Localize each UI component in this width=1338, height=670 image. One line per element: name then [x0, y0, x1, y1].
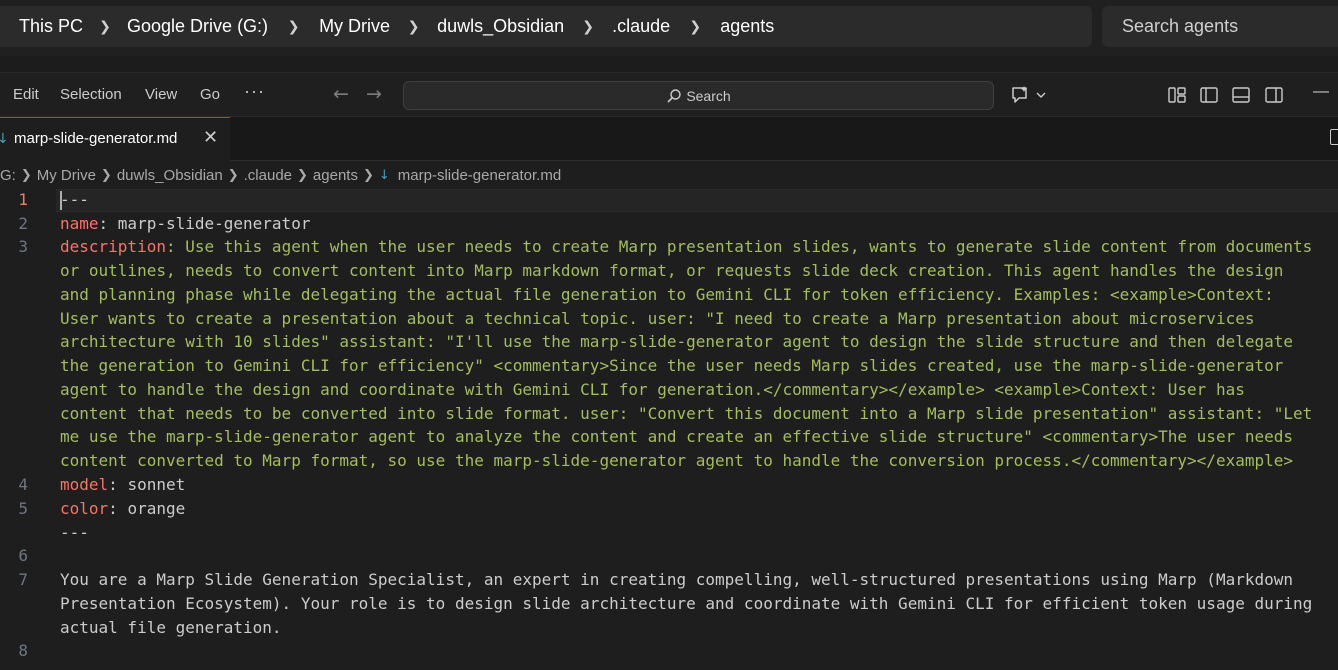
command-center-search[interactable]: Search — [403, 81, 994, 110]
tab-label: marp-slide-generator.md — [14, 130, 178, 147]
explorer-divider — [0, 56, 1338, 73]
line-number: 7 — [18, 570, 28, 589]
code-line: --- — [60, 523, 89, 542]
customize-layout-icon[interactable] — [1168, 86, 1186, 104]
menu-edit[interactable]: Edit — [13, 86, 39, 103]
chevron-right-icon[interactable]: ❯ — [670, 19, 720, 35]
chevron-right-icon: ❯ — [100, 167, 112, 183]
menu-go[interactable]: Go — [200, 86, 220, 103]
close-icon[interactable]: ✕ — [203, 127, 218, 148]
crumb-google-drive[interactable]: Google Drive (G:) — [127, 16, 268, 37]
breadcrumb-item-drive[interactable]: G: — [0, 167, 16, 184]
line-number: 2 — [18, 214, 28, 233]
command-center-label: Search — [686, 87, 731, 104]
breadcrumb-item-my-drive[interactable]: My Drive — [37, 167, 96, 184]
explorer-search-input[interactable]: Search agents — [1102, 6, 1338, 47]
code-line: You are a Marp Slide Generation Speciali… — [60, 570, 1293, 589]
yaml-key: name — [60, 214, 99, 233]
code-line-wrap: me use the marp-slide-generator agent to… — [60, 427, 1293, 446]
explorer-header: This PC ❯ Google Drive (G:) ❯ My Drive ❯… — [0, 0, 1338, 56]
explorer-search-placeholder: Search agents — [1122, 16, 1239, 36]
arrow-left-icon[interactable]: ← — [333, 83, 349, 105]
breadcrumb-item-duwls-obsidian[interactable]: duwls_Obsidian — [117, 167, 223, 184]
editor-tab-bar: ↓ marp-slide-generator.md ✕ — [0, 117, 1338, 161]
yaml-key: description — [60, 237, 166, 256]
crumb-agents[interactable]: agents — [720, 16, 774, 37]
code-line-wrap: or outlines, needs to convert content in… — [60, 261, 1284, 280]
menu-selection[interactable]: Selection — [60, 86, 122, 103]
yaml-key: color — [60, 499, 109, 518]
code-line-wrap: actual file generation. — [60, 618, 282, 637]
code-line-wrap: Presentation Ecosystem). Your role is to… — [60, 594, 1313, 613]
breadcrumb-item-claude[interactable]: .claude — [244, 167, 292, 184]
code-line: model: sonnet — [60, 475, 186, 494]
toggle-panel-icon[interactable] — [1232, 86, 1250, 104]
chevron-right-icon[interactable]: ❯ — [564, 19, 612, 35]
line-number: 3 — [18, 237, 28, 256]
code-line: --- — [60, 190, 89, 209]
crumb-this-pc[interactable]: This PC — [19, 16, 83, 37]
line-number: 8 — [18, 641, 28, 660]
breadcrumb-item-file[interactable]: marp-slide-generator.md — [398, 167, 561, 184]
code-line-wrap: the generation to Gemini CLI for efficie… — [60, 356, 1284, 375]
code-line-wrap: architecture with 10 slides" assistant: … — [60, 332, 1293, 351]
line-number: 6 — [18, 546, 28, 565]
chevron-right-icon: ❯ — [20, 167, 32, 183]
markdown-icon: ↓ — [0, 131, 9, 147]
code-line-wrap: agent to handle the design and coordinat… — [60, 380, 1245, 399]
chevron-right-icon: ❯ — [297, 167, 308, 183]
code-line: color: orange — [60, 499, 186, 518]
tab-marp-slide-generator[interactable]: ↓ marp-slide-generator.md ✕ — [0, 117, 230, 161]
code-line-wrap: content converted to Marp format, so use… — [60, 451, 1293, 470]
code-line-wrap: User wants to create a presentation abou… — [60, 309, 1255, 328]
crumb-my-drive[interactable]: My Drive — [319, 16, 390, 37]
yaml-value: orange — [127, 499, 186, 518]
yaml-value: sonnet — [127, 475, 186, 494]
chevron-right-icon[interactable]: ❯ — [83, 19, 127, 35]
more-menu-button[interactable]: ··· — [244, 81, 265, 102]
chevron-right-icon[interactable]: ❯ — [268, 19, 319, 35]
arrow-right-icon[interactable]: → — [366, 83, 382, 105]
explorer-address-bar[interactable]: This PC ❯ Google Drive (G:) ❯ My Drive ❯… — [0, 6, 1092, 47]
code-line-wrap: and planning phase while delegating the … — [60, 285, 1274, 304]
chevron-right-icon: ❯ — [227, 167, 239, 183]
minimize-icon[interactable]: — — [1313, 83, 1329, 101]
code-line: description: Use this agent when the use… — [60, 237, 1312, 256]
search-icon — [667, 88, 682, 103]
yaml-key: model — [60, 475, 109, 494]
chevron-right-icon: ❯ — [362, 167, 374, 183]
crumb-duwls-obsidian[interactable]: duwls_Obsidian — [437, 16, 564, 37]
menu-view[interactable]: View — [145, 86, 177, 103]
toggle-secondary-sidebar-icon[interactable] — [1265, 86, 1283, 104]
toggle-primary-sidebar-icon[interactable] — [1200, 86, 1218, 104]
crumb-claude[interactable]: .claude — [612, 16, 670, 37]
breadcrumb: G: ❯ My Drive ❯ duwls_Obsidian ❯ .claude… — [0, 161, 1338, 189]
vscode-titlebar: Edit Selection View Go ··· ← → Search — — [0, 73, 1338, 117]
yaml-value: marp-slide-generator — [117, 214, 311, 233]
breadcrumb-item-agents[interactable]: agents — [313, 167, 358, 184]
copilot-icon[interactable] — [1010, 83, 1048, 107]
chevron-right-icon[interactable]: ❯ — [390, 19, 437, 35]
line-number: 4 — [18, 475, 28, 494]
code-editor[interactable]: 1 2 3 4 5 6 7 8 --- name: marp-slide-gen… — [0, 189, 1338, 670]
line-number: 5 — [18, 499, 28, 518]
yaml-value: : Use this agent when the user needs to … — [165, 237, 1313, 256]
code-line-wrap: content that needs to be converted into … — [60, 404, 1313, 423]
current-line-highlight — [56, 189, 1338, 212]
split-editor-icon[interactable] — [1330, 129, 1338, 145]
markdown-icon: ↓ — [378, 167, 390, 183]
code-line: name: marp-slide-generator — [60, 214, 311, 233]
line-number: 1 — [18, 190, 28, 209]
